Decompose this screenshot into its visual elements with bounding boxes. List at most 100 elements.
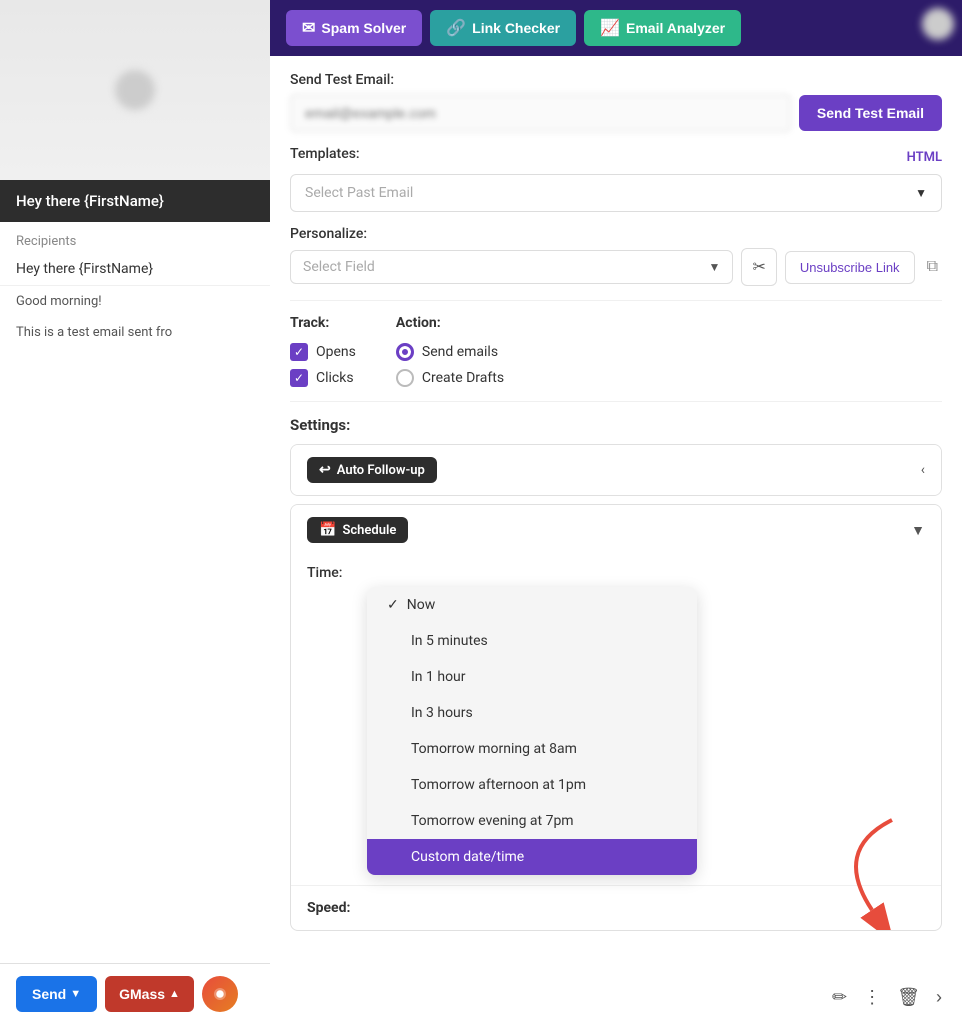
spam-solver-button[interactable]: ✉ Spam Solver [286, 10, 422, 46]
send-dropdown-arrow[interactable]: ▼ [70, 988, 81, 1000]
email-analyzer-label: Email Analyzer [626, 20, 725, 36]
templates-label: Templates: [290, 146, 360, 162]
clicks-checkbox[interactable]: ✓ [290, 369, 308, 387]
templates-header: Templates: HTML [290, 146, 942, 168]
time-dropdown-menu: ✓ Now In 5 minutes In 1 hour In 3 hours [367, 587, 697, 875]
send-emails-label: Send emails [422, 344, 498, 360]
time-option-tomorrow-afternoon[interactable]: Tomorrow afternoon at 1pm [367, 767, 697, 803]
clicks-label: Clicks [316, 370, 354, 386]
templates-row: Templates: HTML Select Past Email ▼ [290, 146, 942, 212]
delete-button[interactable]: 🗑 [893, 983, 924, 1012]
spam-solver-label: Spam Solver [321, 20, 406, 36]
more-options-button[interactable]: ⋮ [859, 983, 885, 1012]
send-emails-radio[interactable] [396, 343, 414, 361]
scissors-icon: ✂ [752, 259, 765, 276]
send-test-label: Send Test Email: [290, 72, 942, 88]
unsubscribe-label: Unsubscribe Link [800, 260, 900, 275]
time-now-label: Now [407, 597, 436, 613]
scissors-button[interactable]: ✂ [741, 248, 776, 286]
templates-chevron-icon: ▼ [915, 186, 927, 200]
trash-icon: 🗑 [897, 987, 920, 1007]
content-area: Send Test Email: Send Test Email Templat… [270, 56, 962, 1024]
schedule-header[interactable]: 📅 Schedule ▼ [291, 505, 941, 555]
time-option-1hour[interactable]: In 1 hour [367, 659, 697, 695]
unsubscribe-link-button[interactable]: Unsubscribe Link [785, 251, 915, 284]
send-button[interactable]: Send ▼ [16, 976, 97, 1012]
templates-placeholder: Select Past Email [305, 185, 915, 201]
auto-follow-up-header[interactable]: ↩ Auto Follow-up ‹ [291, 445, 941, 495]
recipients-text: Recipients [16, 234, 76, 249]
gmass-button[interactable]: GMass ▲ [105, 976, 194, 1012]
html-link[interactable]: HTML [907, 150, 942, 165]
send-test-input[interactable] [290, 94, 791, 132]
time-row: Time: ✓ Now In 5 minutes In 1 hour [291, 555, 941, 885]
time-option-custom[interactable]: Custom date/time [367, 839, 697, 875]
clicks-checkbox-row: ✓ Clicks [290, 369, 356, 387]
time-option-3hours[interactable]: In 3 hours [367, 695, 697, 731]
email-analyzer-button[interactable]: 📈 Email Analyzer [584, 10, 741, 46]
opens-checkbox[interactable]: ✓ [290, 343, 308, 361]
pencil-icon: ✏ [832, 987, 847, 1007]
sidebar-subject[interactable]: Hey there {FirstName} [0, 253, 270, 286]
send-test-button[interactable]: Send Test Email [799, 95, 942, 131]
send-test-row: Send Test Email: Send Test Email [290, 72, 942, 132]
personalize-row: Personalize: Select Field ▼ ✂ Unsubscrib… [290, 226, 942, 286]
time-option-tomorrow-evening[interactable]: Tomorrow evening at 7pm [367, 803, 697, 839]
opens-checkbox-row: ✓ Opens [290, 343, 356, 361]
create-drafts-radio-row: Create Drafts [396, 369, 504, 387]
blur-circle [115, 70, 155, 110]
follow-up-chevron-icon: ‹ [921, 462, 925, 478]
create-drafts-radio[interactable] [396, 369, 414, 387]
gmass-dropdown-arrow[interactable]: ▲ [169, 988, 180, 1000]
time-option-5min[interactable]: In 5 minutes [367, 623, 697, 659]
send-label: Send [32, 986, 66, 1002]
main-panel: ✉ Spam Solver 🔗 Link Checker 📈 Email Ana… [270, 0, 962, 1024]
subject-text: Hey there {FirstName} [16, 261, 153, 277]
time-option-tomorrow-morning[interactable]: Tomorrow morning at 8am [367, 731, 697, 767]
time-option-now[interactable]: ✓ Now [367, 587, 697, 623]
time-custom-label: Custom date/time [411, 849, 524, 865]
schedule-label: Schedule [342, 523, 396, 538]
time-5min-label: In 5 minutes [411, 633, 488, 649]
send-test-button-label: Send Test Email [817, 105, 924, 121]
settings-title: Settings: [290, 416, 942, 434]
action-buttons: ✏ ⋮ 🗑 › [828, 983, 946, 1012]
schedule-chevron-icon: ▼ [911, 522, 925, 539]
track-section: Track: ✓ Opens ✓ Clicks [290, 315, 356, 387]
send-emails-radio-row: Send emails [396, 343, 504, 361]
schedule-badge: 📅 Schedule [307, 517, 408, 543]
select-field-dropdown[interactable]: Select Field ▼ [290, 250, 733, 284]
spam-icon: ✉ [302, 18, 315, 38]
sidebar-active-label: Hey there {FirstName} [16, 192, 164, 210]
sidebar: Hey there {FirstName} Recipients Hey the… [0, 0, 270, 1024]
more-icon: ⋮ [863, 987, 881, 1007]
schedule-card: 📅 Schedule ▼ Time: ✓ Now In 5 minutes [290, 504, 942, 931]
sidebar-active-item[interactable]: Hey there {FirstName} [0, 180, 270, 222]
body-preview-text: This is a test email sent fro [16, 325, 172, 340]
link-checker-label: Link Checker [472, 20, 560, 36]
time-tomorrow-afternoon-label: Tomorrow afternoon at 1pm [411, 777, 586, 793]
sidebar-preview: Good morning! [0, 286, 270, 317]
templates-dropdown[interactable]: Select Past Email ▼ [290, 174, 942, 212]
copy-button[interactable]: ⧉ [923, 254, 942, 280]
check-icon: ✓ [387, 597, 399, 613]
link-icon: 🔗 [446, 18, 466, 38]
send-test-input-row: Send Test Email [290, 94, 942, 132]
top-nav: ✉ Spam Solver 🔗 Link Checker 📈 Email Ana… [270, 0, 962, 56]
link-checker-button[interactable]: 🔗 Link Checker [430, 10, 576, 46]
next-button[interactable]: › [932, 983, 946, 1012]
action-section: Action: Send emails Create Drafts [396, 315, 504, 387]
edit-button[interactable]: ✏ [828, 983, 851, 1012]
time-1hour-label: In 1 hour [411, 669, 466, 685]
copy-icon: ⧉ [927, 258, 938, 275]
time-label: Time: [307, 565, 925, 581]
time-3hours-label: In 3 hours [411, 705, 473, 721]
personalize-controls: Select Field ▼ ✂ Unsubscribe Link ⧉ [290, 248, 942, 286]
time-tomorrow-morning-label: Tomorrow morning at 8am [411, 741, 577, 757]
follow-up-icon: ↩ [319, 462, 331, 478]
calendar-icon: 📅 [319, 522, 336, 538]
time-tomorrow-evening-label: Tomorrow evening at 7pm [411, 813, 574, 829]
auto-follow-up-card: ↩ Auto Follow-up ‹ [290, 444, 942, 496]
opens-label: Opens [316, 344, 356, 360]
circle-icon[interactable] [202, 976, 238, 1012]
